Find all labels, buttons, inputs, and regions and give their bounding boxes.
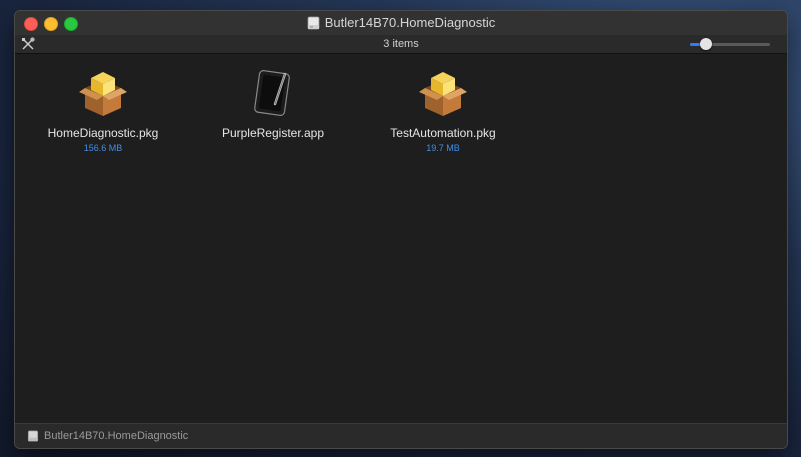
file-size: 156.6 MB [83,143,123,153]
path-bar: Butler14B70.HomeDiagnostic [15,423,787,448]
package-icon [79,72,127,116]
file-name: HomeDiagnostic.pkg [47,126,159,140]
file-name: TestAutomation.pkg [390,126,496,140]
package-icon [419,72,467,116]
icon-size-slider-knob[interactable] [700,38,712,50]
item-count-label: 3 items [383,38,419,50]
window-title: Butler14B70.HomeDiagnostic [15,15,787,30]
title-bar[interactable]: Butler14B70.HomeDiagnostic [15,11,787,35]
file-browser-content[interactable]: HomeDiagnostic.pkg 156.6 MB PurpleRegist… [15,54,787,424]
toolbar: 3 items [15,35,787,54]
file-item-purpleregister[interactable]: PurpleRegister.app [193,66,353,143]
file-item-homediagnostic[interactable]: HomeDiagnostic.pkg 156.6 MB [23,66,183,153]
finder-window: Butler14B70.HomeDiagnostic 3 items HomeD… [14,10,788,449]
file-size: 19.7 MB [426,143,460,153]
window-title-text: Butler14B70.HomeDiagnostic [324,15,496,30]
file-name: PurpleRegister.app [221,126,325,140]
path-bar-label[interactable]: Butler14B70.HomeDiagnostic [44,430,188,442]
file-item-testautomation[interactable]: TestAutomation.pkg 19.7 MB [363,66,523,153]
disk-image-icon [27,430,39,442]
app-tablet-icon [254,70,290,116]
disk-image-icon [307,16,320,29]
